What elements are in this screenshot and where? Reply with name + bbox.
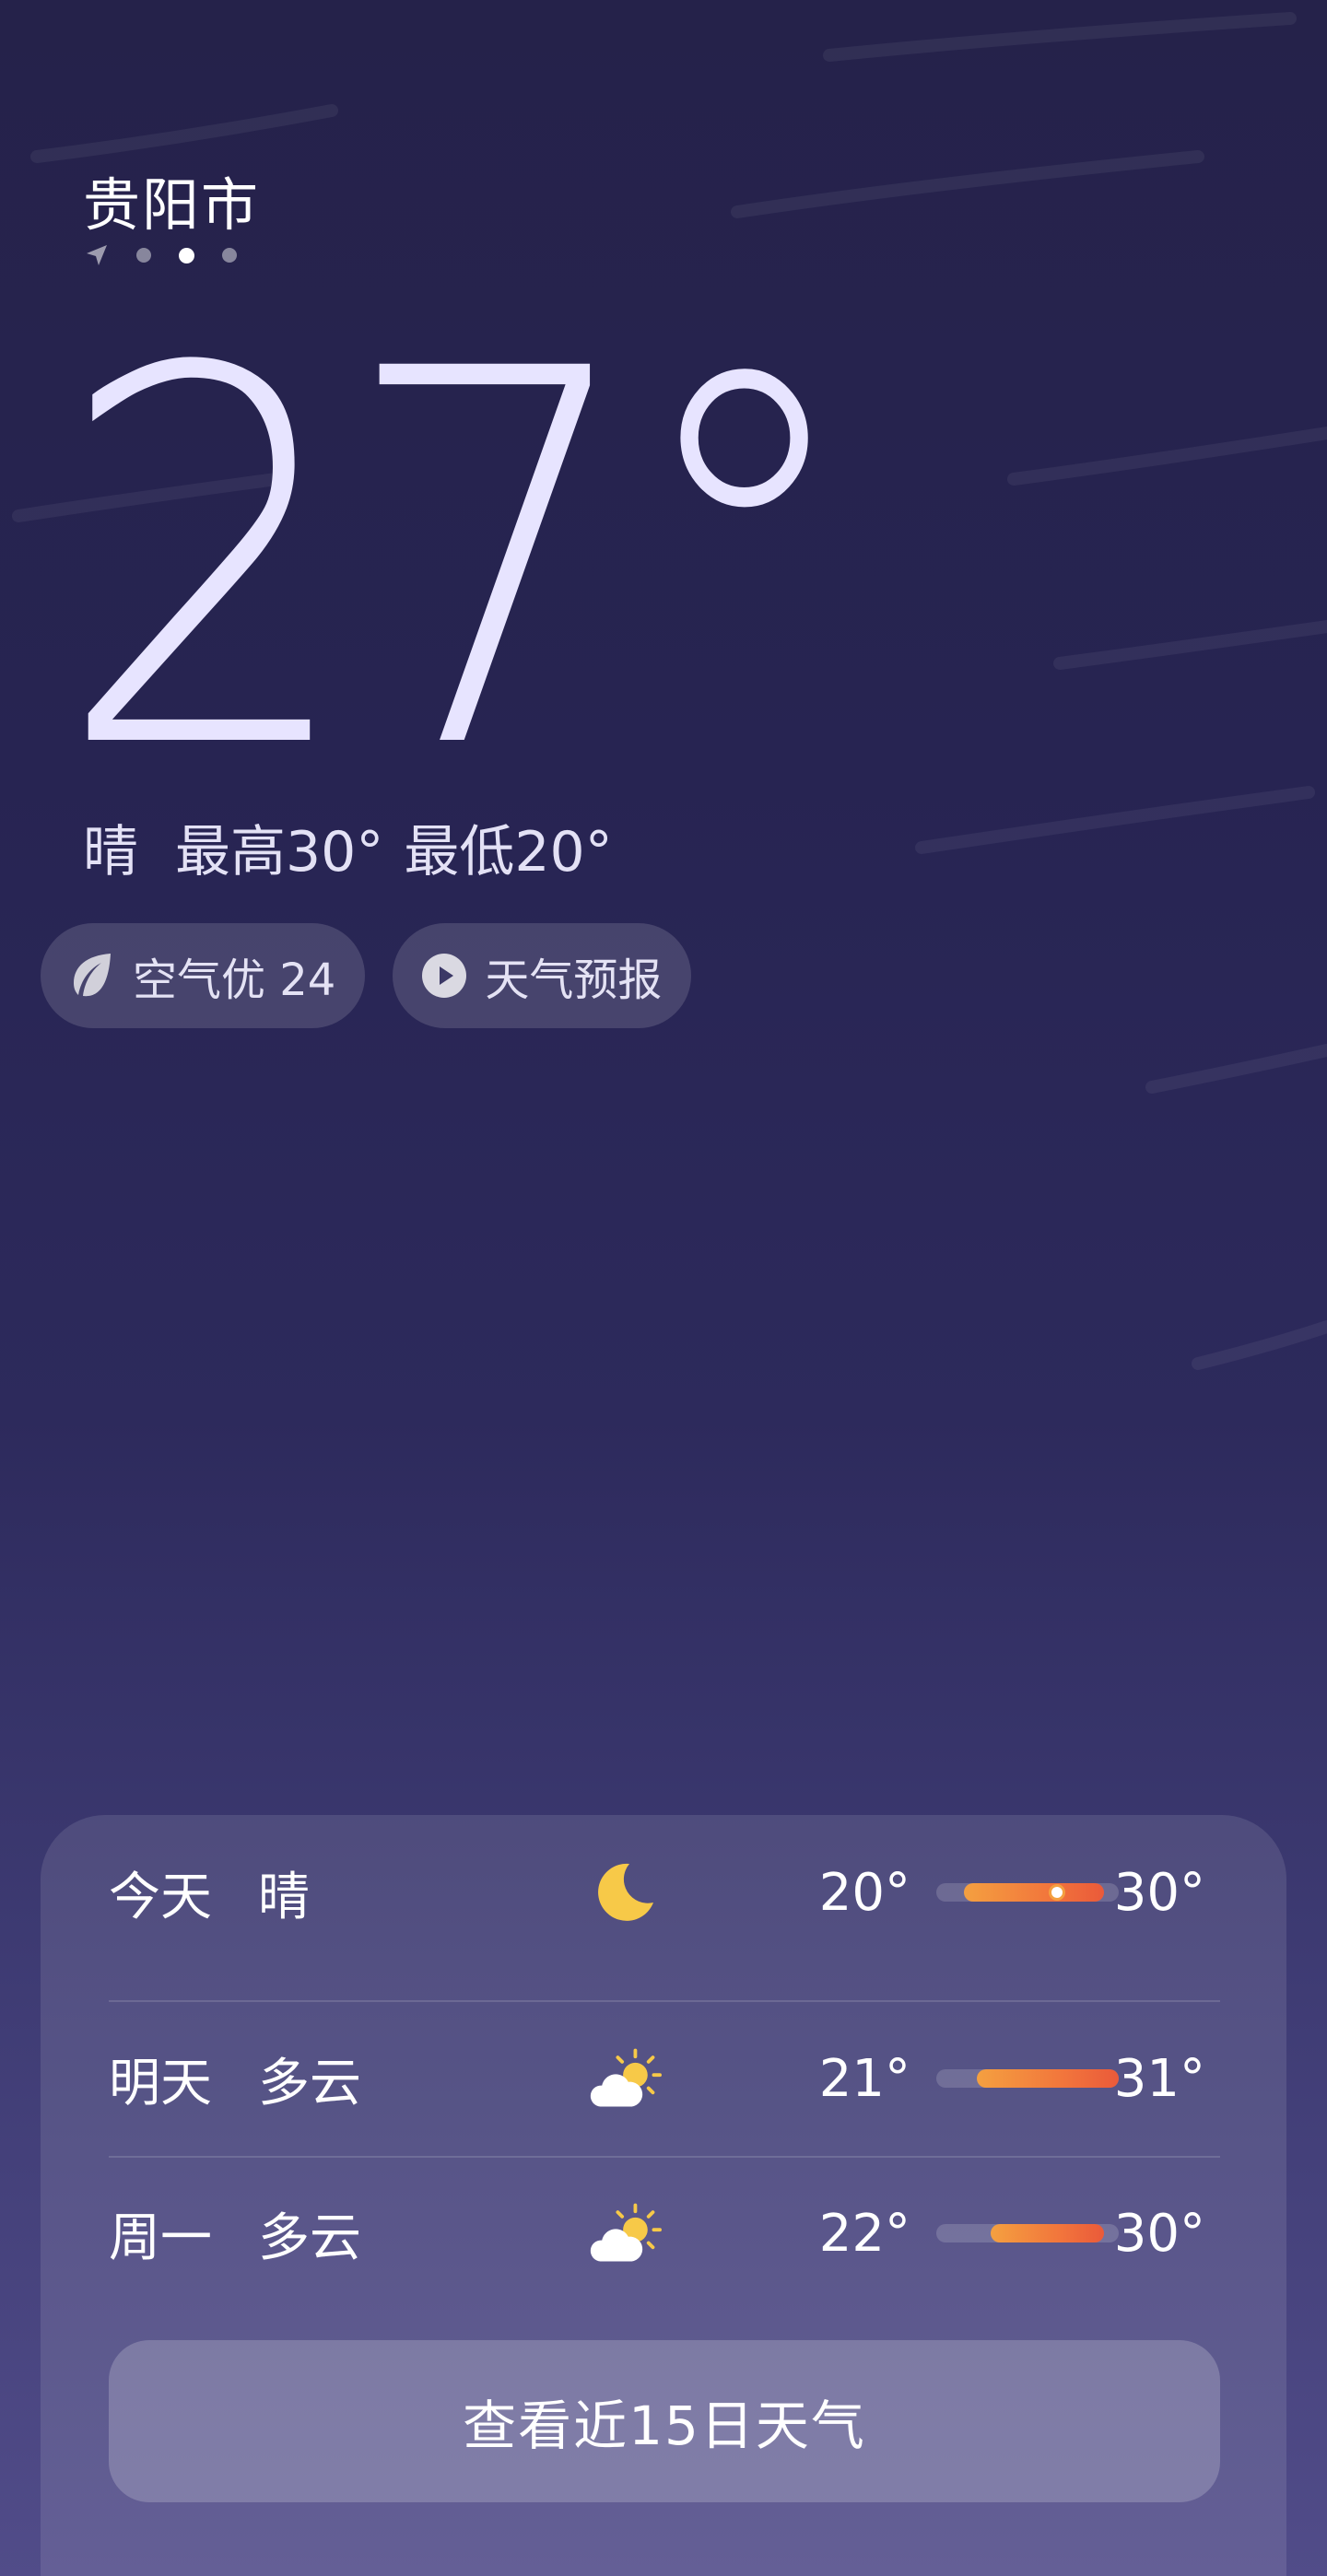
temperature-range-fill [991,2224,1105,2242]
forecast-low: 22° [818,2203,910,2264]
city-name[interactable]: 贵阳市 [83,158,260,241]
forecast-high: 30° [1113,1862,1205,1923]
forecast-day: 周一 [109,2207,212,2268]
air-quality-pill[interactable]: 空气优 24 [41,923,366,1028]
forecast-low: 21° [818,2048,910,2109]
temperature-range-fill [963,1883,1105,1902]
forecast-row-today[interactable]: 今天 晴 20° 30° [109,1815,1220,1970]
partly-cloudy-icon [588,2196,662,2270]
forecast-low: 20° [818,1862,910,1923]
current-temperature: 27° [55,262,863,862]
weather-forecast-label: 天气预报 [485,954,663,1006]
today-summary: 晴 最高30° 最低20° [83,807,613,887]
forecast-high: 31° [1113,2048,1205,2109]
forecast-row-tomorrow[interactable]: 明天 多云 21° 31° [109,2001,1220,2156]
daily-forecast-card: 今天 晴 20° 30° 明天 多云 21° 31° 周一 多云 22° 30°… [41,1815,1286,2576]
forecast-high: 30° [1113,2203,1205,2264]
temperature-range-bar [936,2224,1119,2242]
today-high: 最高30° [175,820,384,884]
forecast-day: 今天 [109,1867,212,1927]
page-dot-active [179,247,194,263]
forecast-condition: 多云 [258,2053,361,2113]
moon-icon [588,1856,662,1929]
temperature-range-bar [936,2069,1119,2088]
forecast-condition: 多云 [258,2207,361,2268]
leaf-icon [68,952,116,1000]
current-condition: 晴 [83,820,138,884]
current-temperature-marker [1048,1884,1065,1901]
view-15-day-forecast-button[interactable]: 查看近15日天气 [109,2340,1220,2502]
temperature-range-bar [936,1883,1119,1902]
today-low: 最低20° [404,820,613,884]
page-dot [222,248,237,263]
forecast-day: 明天 [109,2053,212,2113]
weather-forecast-pill[interactable]: 天气预报 [393,923,692,1028]
forecast-condition: 晴 [258,1867,310,1927]
info-pills: 空气优 24 天气预报 [41,923,692,1028]
partly-cloudy-icon [588,2042,662,2115]
play-icon [420,952,468,1000]
air-quality-label: 空气优 24 [133,954,336,1006]
page-dot [136,248,151,263]
forecast-row-monday[interactable]: 周一 多云 22° 30° [109,2156,1220,2311]
